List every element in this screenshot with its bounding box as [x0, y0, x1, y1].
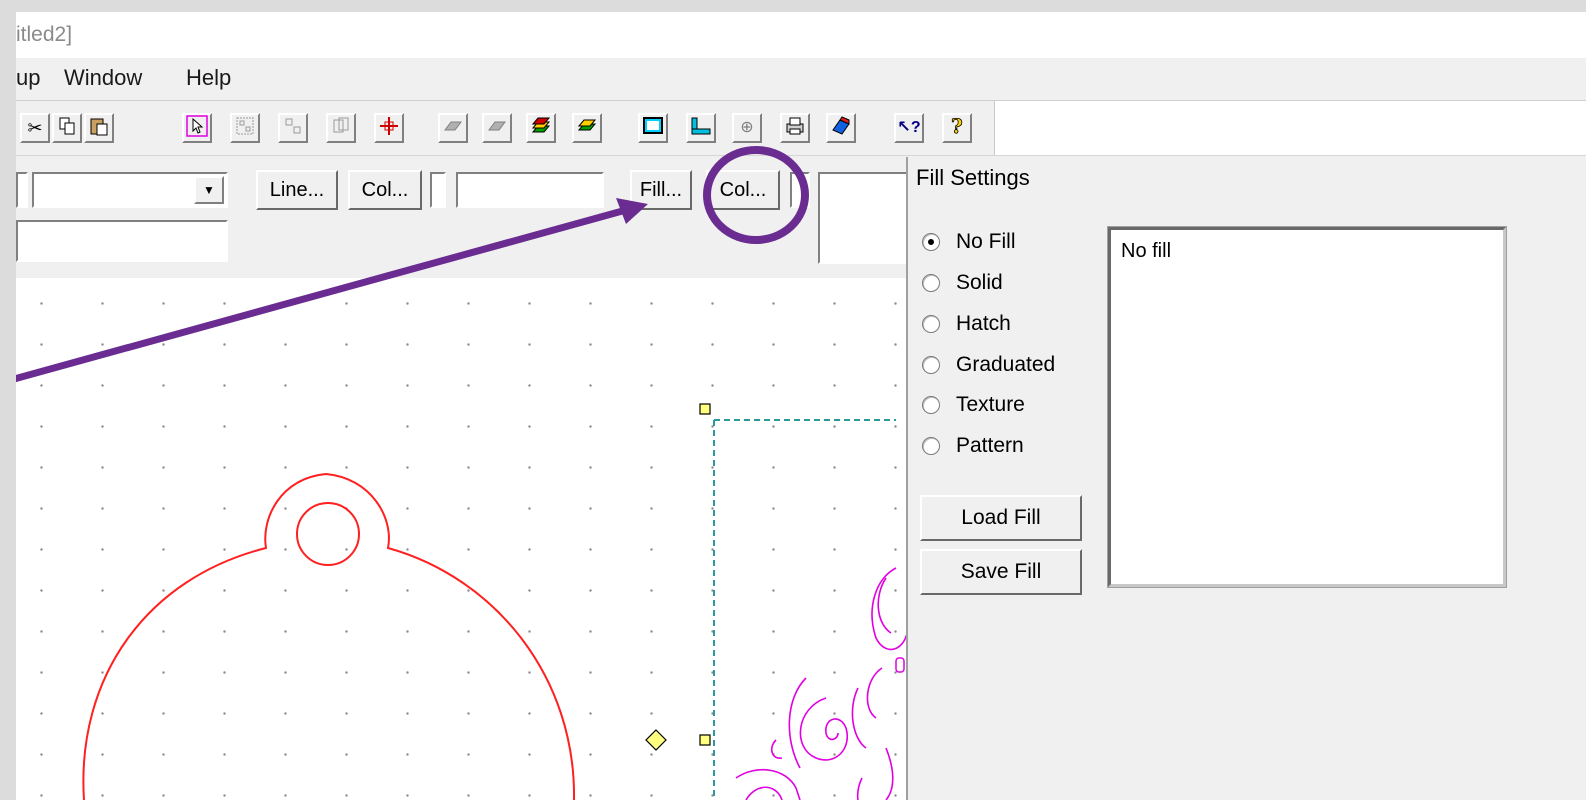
layer-front-icon: [443, 116, 463, 140]
line-button[interactable]: Line...: [256, 170, 338, 210]
radio-label: Texture: [956, 393, 1025, 416]
fill-settings-dialog: Fill Settings No Fill Solid Hatch Gradua…: [906, 157, 1586, 800]
context-help-icon: ↖?: [897, 119, 921, 136]
move-button[interactable]: [374, 113, 404, 143]
line-style-dropdown[interactable]: ▼: [32, 172, 228, 208]
page-frame-button[interactable]: [638, 113, 668, 143]
radio-graduated[interactable]: Graduated: [922, 350, 1055, 380]
radio-label: Hatch: [956, 312, 1011, 335]
dialog-title: Fill Settings: [916, 165, 1030, 190]
crosshair-icon: ⊕: [740, 119, 754, 136]
menu-window[interactable]: Window: [64, 58, 142, 100]
radio-button[interactable]: [922, 233, 940, 251]
copy-icon: [57, 116, 77, 140]
layer-back-icon: [487, 116, 507, 140]
rotate-icon: [331, 116, 351, 140]
ornament-outline: [82, 472, 576, 800]
group-button[interactable]: [230, 113, 260, 143]
radio-label: Pattern: [956, 434, 1024, 457]
save-fill-button[interactable]: Save Fill: [920, 549, 1082, 595]
fill-color-button[interactable]: Col...: [706, 170, 780, 210]
layers-button[interactable]: [526, 113, 556, 143]
menu-setup[interactable]: up: [16, 58, 40, 100]
radio-texture[interactable]: Texture: [922, 390, 1025, 420]
layers-edit-button[interactable]: [572, 113, 602, 143]
crosshair-button[interactable]: ⊕: [732, 113, 762, 143]
radio-no-fill[interactable]: No Fill: [922, 227, 1016, 257]
radio-label: Graduated: [956, 353, 1056, 376]
fill-preview-field: [818, 172, 908, 264]
select-arrow-icon: [186, 115, 208, 141]
cut-button[interactable]: ✂: [20, 113, 50, 143]
radio-label: Solid: [956, 271, 1003, 294]
ornament-hole: [296, 502, 360, 566]
print-icon: [784, 116, 806, 140]
send-back-button[interactable]: [482, 113, 512, 143]
secondary-field[interactable]: [16, 220, 228, 262]
layers-edit-icon: [577, 116, 597, 140]
line-color-button[interactable]: Col...: [348, 170, 422, 210]
cut-icon: ✂: [27, 118, 43, 138]
ruler-button[interactable]: [686, 113, 716, 143]
help-icon: ?: [947, 114, 967, 141]
radio-button[interactable]: [922, 274, 940, 292]
load-fill-button[interactable]: Load Fill: [920, 495, 1082, 541]
fill-preview-box: No fill: [1107, 226, 1507, 588]
radio-label: No Fill: [956, 230, 1016, 253]
swirl-pattern: [735, 567, 909, 800]
menu-bar: up Window Help: [16, 58, 1586, 101]
ruler-icon: [690, 116, 712, 140]
title-bar: itled2]: [16, 12, 1586, 58]
pattern-marker: [895, 657, 905, 673]
main-toolbar: ✂ ⊕ ↖? ?: [16, 101, 1586, 156]
group-icon: [235, 116, 255, 140]
layers-icon: [531, 116, 551, 140]
svg-text:?: ?: [951, 115, 963, 137]
radio-pattern[interactable]: Pattern: [922, 431, 1024, 461]
rotate-button[interactable]: [326, 113, 356, 143]
fill-button[interactable]: Fill...: [630, 170, 692, 210]
help-button[interactable]: ?: [942, 113, 972, 143]
print-button[interactable]: [780, 113, 810, 143]
paste-button[interactable]: [84, 113, 114, 143]
rotation-handle: [645, 729, 667, 751]
selection-frame: [713, 419, 896, 800]
fill-preview-text: No fill: [1121, 240, 1172, 262]
app-window: itled2] up Window Help ✂ ⊕ ↖? ? ▼ Line..…: [16, 12, 1586, 800]
ungroup-button[interactable]: [278, 113, 308, 143]
preview-3d-button[interactable]: [826, 113, 856, 143]
window-title: itled2]: [16, 23, 73, 46]
selection-handle-top: [699, 403, 711, 415]
move-cross-icon: [379, 116, 399, 140]
radio-button[interactable]: [922, 437, 940, 455]
fill-color-swatch: [790, 172, 810, 208]
page-frame-icon: [642, 116, 664, 140]
paste-icon: [89, 116, 109, 140]
ungroup-icon: [283, 116, 303, 140]
partial-field[interactable]: [16, 172, 28, 208]
context-help-button[interactable]: ↖?: [894, 113, 924, 143]
radio-button[interactable]: [922, 315, 940, 333]
select-tool-button[interactable]: [182, 113, 212, 143]
menu-help[interactable]: Help: [186, 58, 231, 100]
preview-3d-icon: [830, 116, 852, 140]
toolbar-empty-area: [994, 101, 1586, 155]
line-width-field[interactable]: [456, 172, 604, 208]
chevron-down-icon[interactable]: ▼: [194, 176, 224, 204]
copy-button[interactable]: [52, 113, 82, 143]
bring-front-button[interactable]: [438, 113, 468, 143]
radio-button[interactable]: [922, 356, 940, 374]
radio-hatch[interactable]: Hatch: [922, 309, 1011, 339]
radio-solid[interactable]: Solid: [922, 268, 1003, 298]
radio-button[interactable]: [922, 396, 940, 414]
line-color-swatch: [430, 172, 446, 208]
selection-handle-mid: [699, 734, 711, 746]
